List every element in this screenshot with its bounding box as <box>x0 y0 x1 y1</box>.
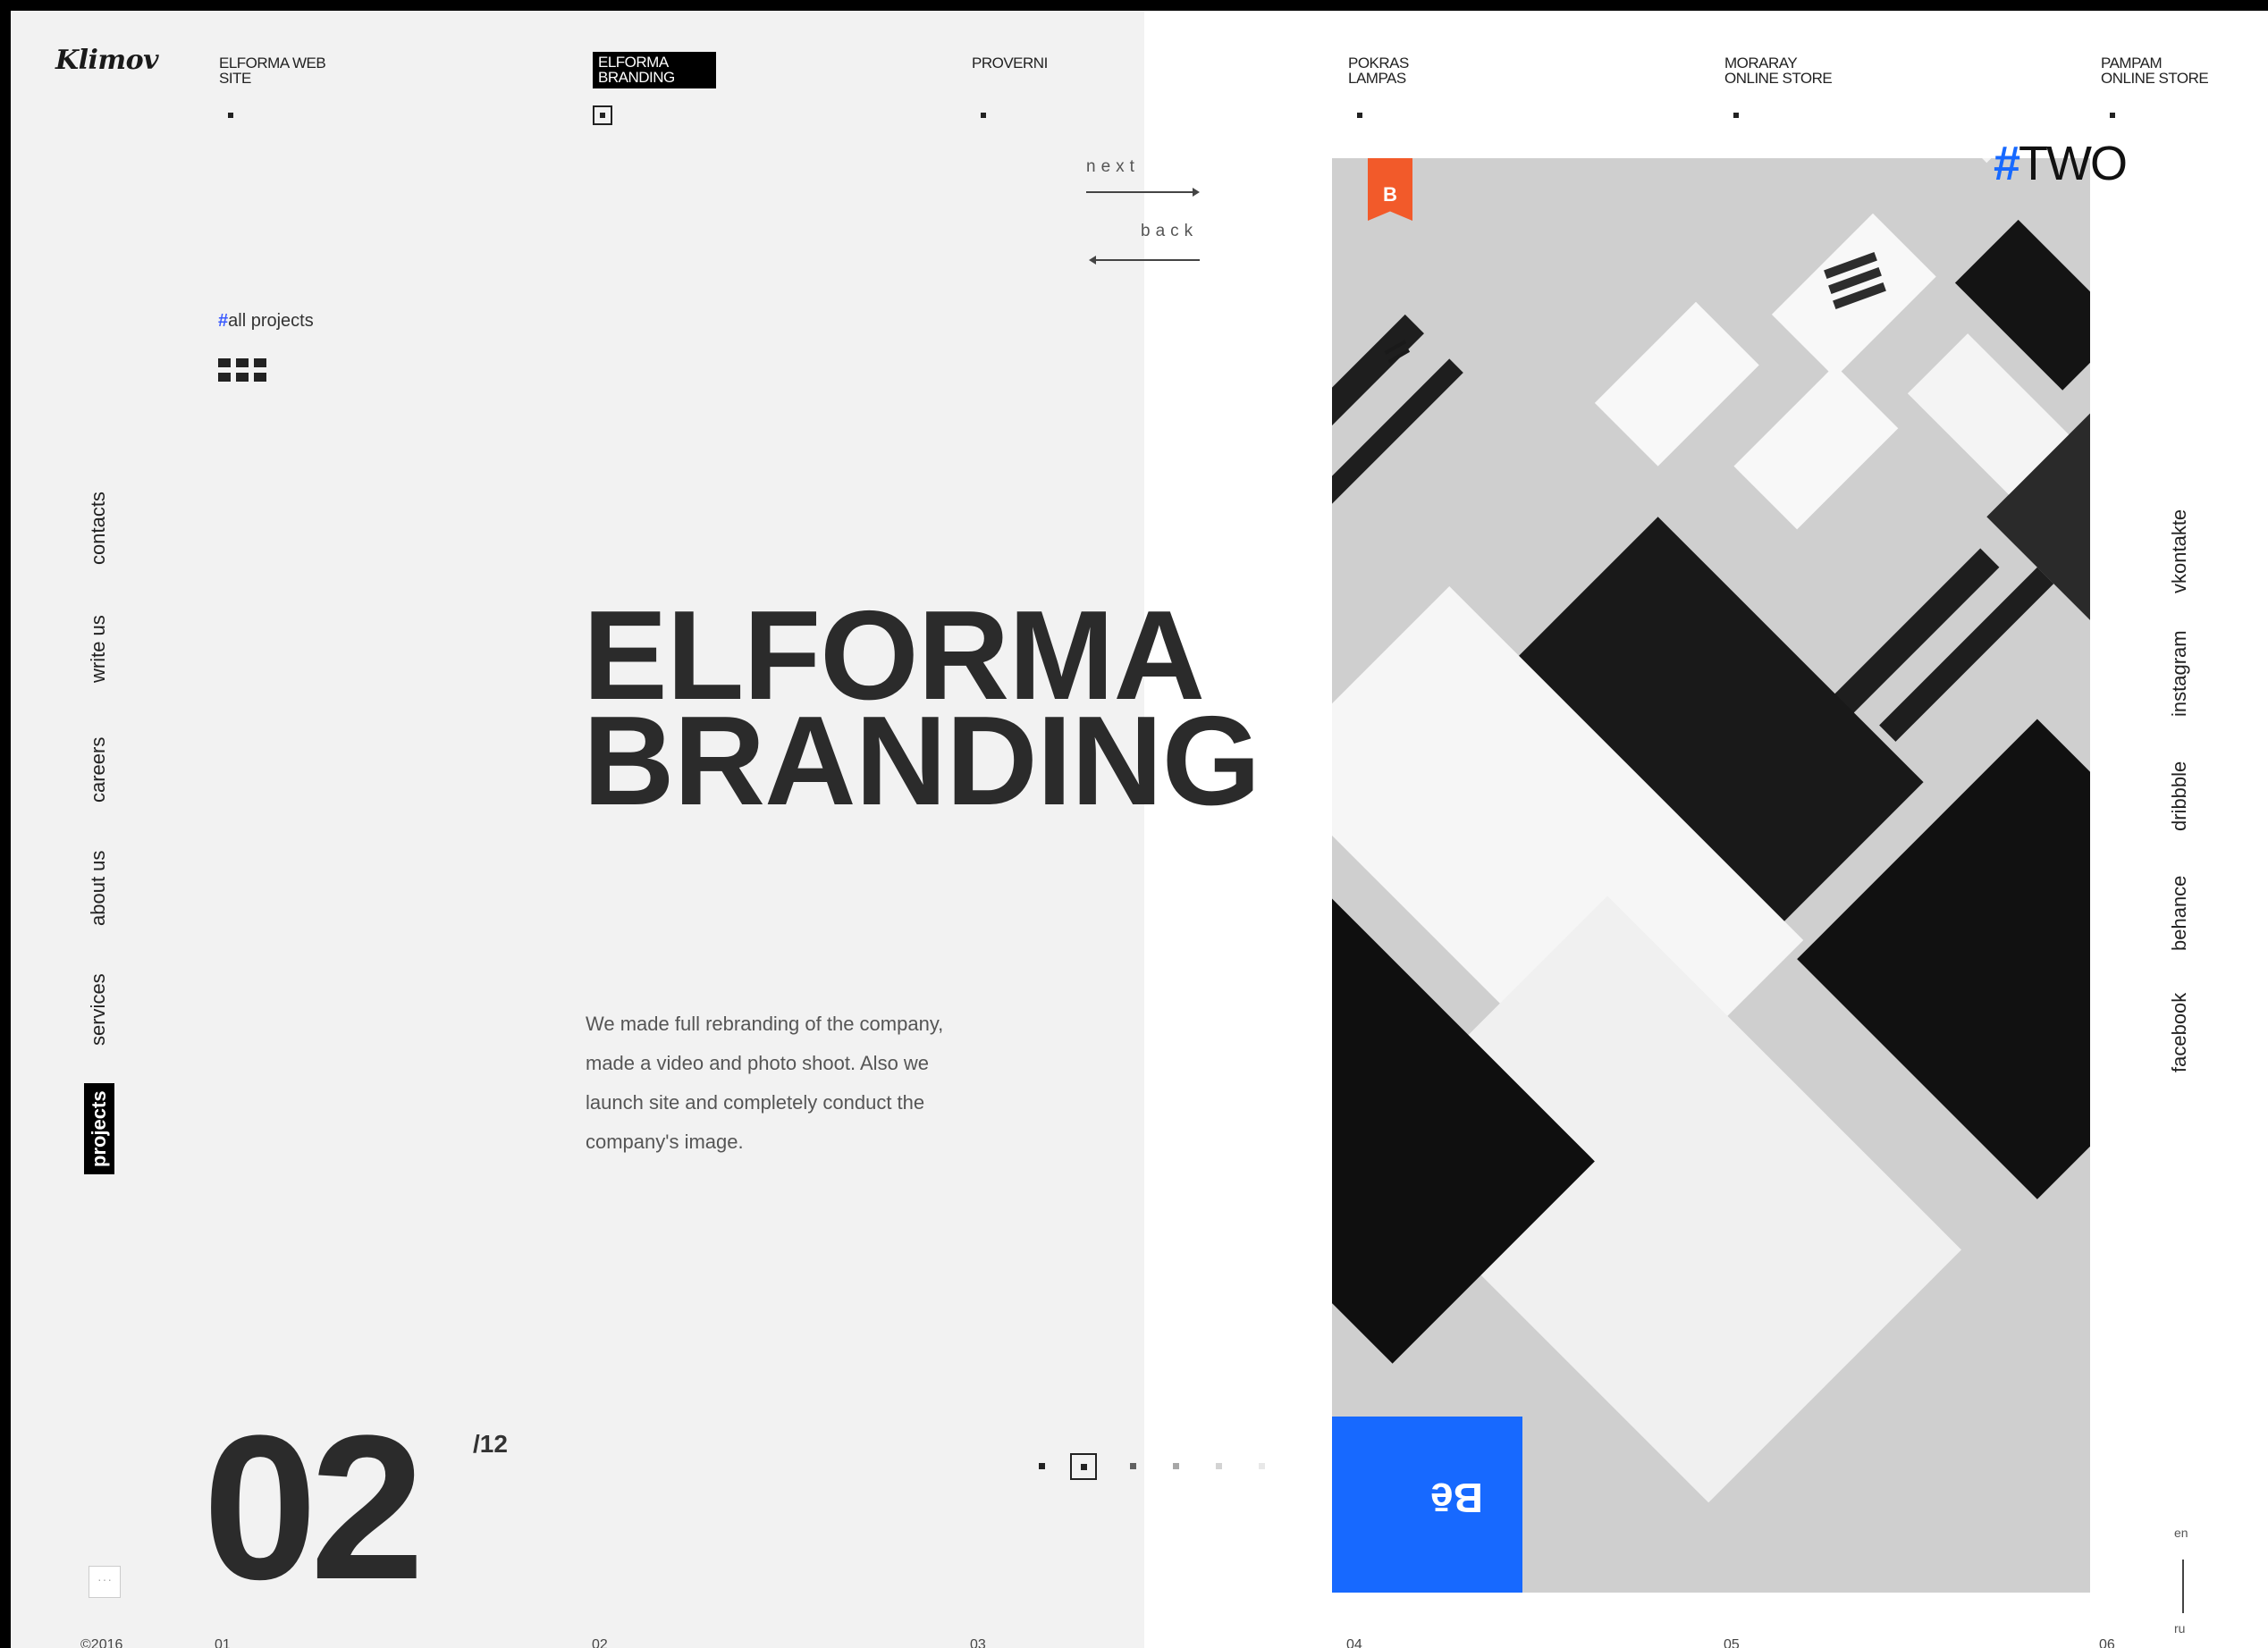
all-projects-link[interactable]: #all projects <box>218 311 314 332</box>
pager-dot[interactable] <box>1039 1463 1045 1469</box>
project-title: ELFORMA BRANDING <box>583 593 1260 832</box>
topnav-label: ELFORMA WEB SITE <box>219 55 326 87</box>
sidenav-label: services <box>87 973 109 1046</box>
topnav-item-elforma-branding[interactable]: ELFORMA BRANDING <box>593 52 716 125</box>
social-label: dribbble <box>2168 761 2190 831</box>
social-label: facebook <box>2168 992 2190 1072</box>
topnav-item-proverni[interactable]: PROVERNI <box>972 55 1048 118</box>
footer-column: 04 <box>1346 1637 1362 1648</box>
project-tag: #TWO <box>1994 136 2128 191</box>
language-current[interactable]: en <box>2174 1526 2188 1540</box>
topnav-dot <box>981 113 986 118</box>
project-photo[interactable] <box>1332 158 2090 1593</box>
back-arrow-icon[interactable] <box>1089 256 1200 265</box>
footer-column: 06 <box>2099 1637 2115 1648</box>
topnav-label: PROVERNI <box>972 55 1048 71</box>
footer-column: 03 <box>970 1637 986 1648</box>
topnav-dot <box>228 113 233 118</box>
more-icon[interactable] <box>89 1566 121 1598</box>
all-projects-hash: # <box>218 311 229 331</box>
project-tag-word: TWO <box>2019 137 2128 190</box>
topnav-item-pokras-lampas[interactable]: POKRAS LAMPAS <box>1348 55 1409 118</box>
language-switch-line[interactable] <box>2182 1560 2184 1613</box>
social-label: vkontakte <box>2168 509 2190 593</box>
topnav-label: MORARAY ONLINE STORE <box>1724 55 1833 87</box>
project-total: /12 <box>473 1430 508 1458</box>
project-title-line2: BRANDING <box>583 690 1260 832</box>
topnav-item-moraray-online-store[interactable]: MORARAY ONLINE STORE <box>1724 55 1833 118</box>
topnav-dot <box>1733 113 1739 118</box>
project-description: We made full rebranding of the company, … <box>586 1013 944 1153</box>
footer-copyright: ©2016 <box>80 1637 123 1648</box>
behance-icon: Bē <box>1430 1475 1483 1521</box>
topnav-dot <box>2110 113 2115 118</box>
sidenav-label: projects <box>84 1083 114 1174</box>
pager-dot-active[interactable] <box>1070 1453 1097 1480</box>
page: Klimov ELFORMA WEB SITE ELFORMA BRANDING… <box>11 11 2268 1648</box>
pager-dot[interactable] <box>1173 1463 1179 1469</box>
topnav-label: ELFORMA BRANDING <box>593 52 716 88</box>
bookmark-badge[interactable]: B <box>1368 158 1412 221</box>
all-projects-label: all projects <box>228 311 314 331</box>
footer-column: 02 <box>592 1637 608 1648</box>
pager-dot[interactable] <box>1216 1463 1222 1469</box>
sidenav-label: write us <box>87 615 109 683</box>
topnav-dot <box>1357 113 1362 118</box>
footer-column: 05 <box>1724 1637 1740 1648</box>
project-tag-hash: # <box>1994 137 2020 190</box>
topnav-item-pampam-online-store[interactable]: PAMPAM ONLINE STORE <box>2101 55 2209 118</box>
stationery-mockup-image <box>1332 158 2090 1593</box>
sidenav-label: about us <box>87 850 109 926</box>
topnav-label: POKRAS LAMPAS <box>1348 55 1409 87</box>
grid-icon[interactable] <box>218 358 272 383</box>
topnav-active-indicator <box>593 105 612 125</box>
pager-dot[interactable] <box>1259 1463 1265 1469</box>
social-label: instagram <box>2168 630 2190 717</box>
sidenav-label: careers <box>87 736 109 803</box>
topnav-label: PAMPAM ONLINE STORE <box>2101 55 2209 87</box>
language-other[interactable]: ru <box>2174 1621 2185 1635</box>
pager-dot[interactable] <box>1130 1463 1136 1469</box>
logo[interactable]: Klimov <box>55 45 159 76</box>
behance-link[interactable]: Bē <box>1332 1417 1522 1593</box>
next-arrow-icon[interactable] <box>1086 188 1200 197</box>
footer-column: 01 <box>215 1637 231 1648</box>
social-label: behance <box>2168 875 2190 951</box>
next-button[interactable]: next <box>1086 157 1140 177</box>
topnav-item-elforma-web-site[interactable]: ELFORMA WEB SITE <box>219 55 326 118</box>
project-number: 02 <box>203 1392 425 1622</box>
sidenav-label: contacts <box>87 492 109 565</box>
back-button[interactable]: back <box>1141 222 1198 241</box>
